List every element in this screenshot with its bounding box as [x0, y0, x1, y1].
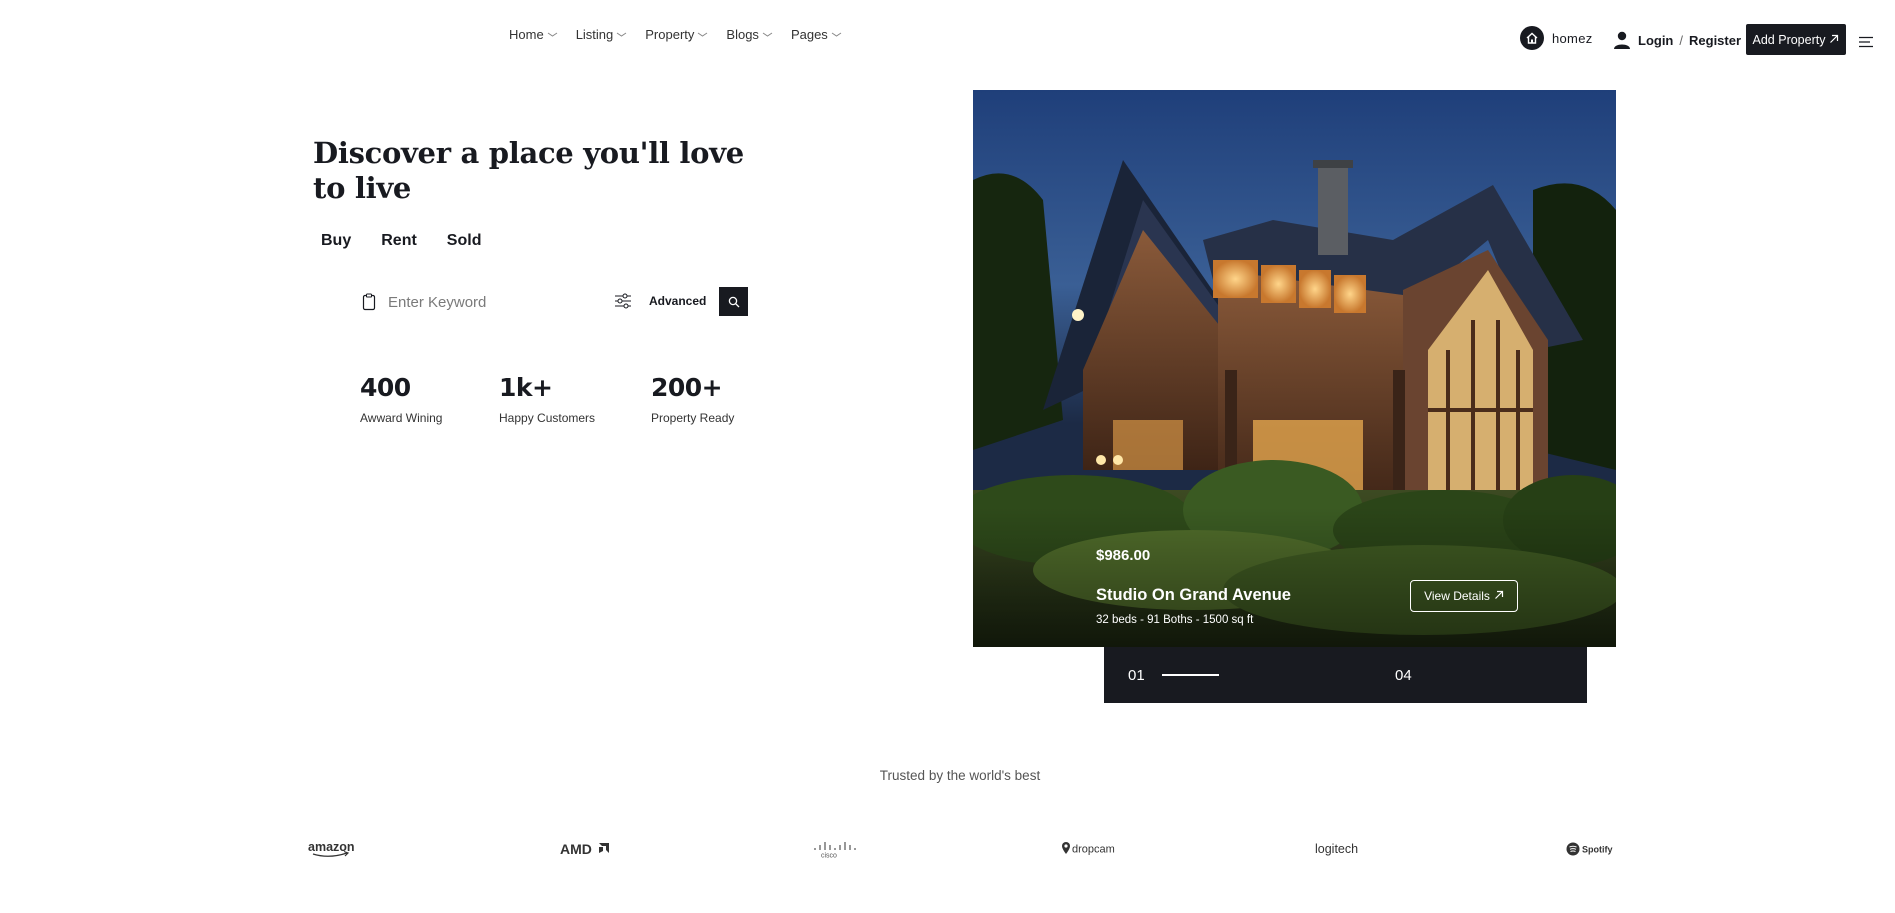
nav-label: Property — [645, 27, 695, 42]
svg-text:logitech: logitech — [1315, 842, 1358, 856]
login-register: Login / Register — [1612, 30, 1741, 50]
nav-item-pages[interactable]: Pages — [791, 27, 842, 42]
user-icon — [1612, 30, 1632, 50]
add-property-button[interactable]: Add Property — [1746, 24, 1846, 55]
property-title[interactable]: Studio On Grand Avenue — [1096, 586, 1291, 605]
search-input[interactable] — [388, 293, 588, 311]
brand-logo[interactable]: homez — [1520, 26, 1593, 50]
logitech-logo: logitech — [1314, 839, 1368, 859]
nav-label: Listing — [575, 27, 614, 42]
amd-logo: AMD — [559, 839, 611, 859]
add-property-label: Add Property — [1752, 32, 1826, 47]
login-link[interactable]: Login — [1638, 33, 1673, 48]
stat-label: Awward Wining — [360, 411, 443, 425]
nav-item-property[interactable]: Property — [645, 27, 708, 42]
property-meta: 32 beds - 91 Boths - 1500 sq ft — [1096, 614, 1254, 626]
stat-value: 200+ — [651, 373, 723, 402]
stat-item: 200+ Property Ready — [651, 373, 734, 425]
stat-label: Property Ready — [651, 411, 735, 425]
card-overlay — [973, 507, 1616, 647]
nav-item-home[interactable]: Home — [509, 27, 558, 42]
trusted-heading: Trusted by the world's best — [879, 768, 1041, 783]
svg-text:dropcam: dropcam — [1072, 844, 1115, 856]
arrow-up-right-icon — [1829, 33, 1839, 47]
clipboard-icon — [362, 293, 376, 311]
tab-sold[interactable]: Sold — [447, 232, 482, 250]
amazon-logo: amazon — [307, 839, 359, 859]
listing-type-tabs: Buy Rent Sold — [321, 232, 511, 250]
stat-item: 1k+ Happy Customers — [499, 373, 595, 425]
svg-text:amazon: amazon — [308, 840, 355, 854]
svg-text:Spotify: Spotify — [1582, 845, 1613, 855]
register-link[interactable]: Register — [1689, 33, 1741, 48]
sliders-icon[interactable] — [614, 292, 632, 310]
view-details-button[interactable]: View Details — [1410, 580, 1518, 612]
nav-label: Blogs — [726, 27, 759, 42]
slide-current[interactable]: 01 — [1128, 667, 1145, 684]
stat-value: 400 — [360, 373, 411, 402]
separator: / — [1679, 32, 1684, 48]
nav-item-blogs[interactable]: Blogs — [726, 27, 773, 42]
tab-rent[interactable]: Rent — [381, 232, 417, 250]
spotify-logo: Spotify — [1566, 839, 1618, 859]
stat-value: 1k+ — [499, 373, 553, 402]
nav-label: Home — [509, 27, 544, 42]
chevron-down-icon — [831, 31, 842, 38]
search-bar: Advanced — [356, 284, 748, 320]
dropcam-logo: dropcam — [1062, 839, 1116, 859]
slider-pagination: 01 04 — [1104, 647, 1587, 703]
svg-text:AMD: AMD — [560, 841, 592, 857]
tab-buy[interactable]: Buy — [321, 232, 351, 250]
nav-label: Pages — [790, 27, 828, 42]
search-icon — [728, 296, 739, 307]
chevron-down-icon — [762, 31, 773, 38]
main-nav: Home Listing Property Blogs Pages — [509, 27, 842, 42]
brand-name: homez — [1552, 30, 1593, 46]
view-details-label: View Details — [1424, 589, 1490, 603]
property-price: $986.00 — [1096, 547, 1151, 564]
slide-total[interactable]: 04 — [1395, 667, 1412, 684]
stat-item: 400 Awward Wining — [360, 373, 442, 425]
advanced-search-link[interactable]: Advanced — [649, 294, 706, 308]
svg-text:cisco: cisco — [821, 853, 837, 860]
cisco-logo: cisco — [811, 839, 861, 859]
chevron-down-icon — [697, 31, 708, 38]
arrow-up-right-icon — [1494, 589, 1504, 603]
chevron-down-icon — [547, 31, 558, 38]
home-icon — [1520, 26, 1544, 50]
hero-title: Discover a place you'll love to live — [313, 136, 744, 205]
search-button[interactable] — [719, 287, 748, 316]
slide-progress — [1162, 674, 1219, 676]
stat-label: Happy Customers — [499, 411, 596, 425]
featured-property-card: $986.00 Studio On Grand Avenue 32 beds -… — [973, 90, 1616, 647]
chevron-down-icon — [616, 31, 627, 38]
nav-item-listing[interactable]: Listing — [576, 27, 628, 42]
hamburger-menu-icon[interactable] — [1858, 35, 1874, 48]
